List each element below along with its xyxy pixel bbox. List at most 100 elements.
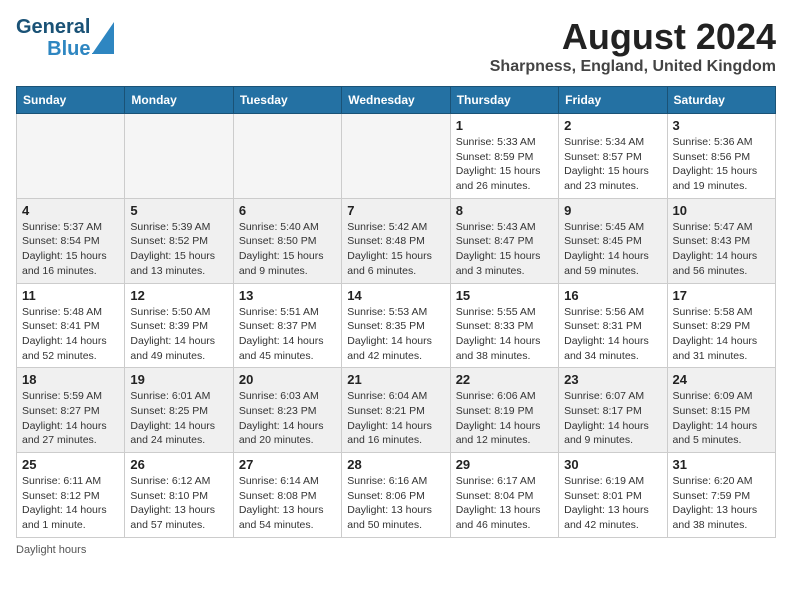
day-cell: 27 Sunrise: 6:14 AM Sunset: 8:08 PM Dayli… bbox=[233, 453, 341, 538]
day-info: Sunrise: 5:51 AM Sunset: 8:37 PM Dayligh… bbox=[239, 305, 336, 364]
day-number: 13 bbox=[239, 288, 336, 303]
subtitle: Sharpness, England, United Kingdom bbox=[490, 58, 776, 76]
day-cell: 17Sunrise: 5:58 AM Sunset: 8:29 PM Dayli… bbox=[667, 283, 775, 368]
calendar-header-row: SundayMondayTuesdayWednesdayThursdayFrid… bbox=[17, 87, 776, 114]
day-info: Sunrise: 6:20 AM Sunset: 7:59 PM Dayligh… bbox=[673, 474, 770, 533]
col-header-saturday: Saturday bbox=[667, 87, 775, 114]
logo-blue: Blue bbox=[47, 38, 90, 60]
day-info: Sunrise: 5:50 AM Sunset: 8:39 PM Dayligh… bbox=[130, 305, 227, 364]
title-block: August 2024 Sharpness, England, United K… bbox=[490, 16, 776, 76]
day-info: Sunrise: 6:16 AM Sunset: 8:06 PM Dayligh… bbox=[347, 474, 444, 533]
day-cell: 15 Sunrise: 5:55 AM Sunset: 8:33 PM Dayli… bbox=[450, 283, 558, 368]
day-info: Sunrise: 5:36 AM Sunset: 8:56 PM Dayligh… bbox=[673, 135, 770, 194]
logo-icon bbox=[92, 22, 114, 54]
day-cell: 26Sunrise: 6:12 AM Sunset: 8:10 PM Dayli… bbox=[125, 453, 233, 538]
day-cell: 13 Sunrise: 5:51 AM Sunset: 8:37 PM Dayli… bbox=[233, 283, 341, 368]
day-number: 4 bbox=[22, 203, 119, 218]
day-number: 31 bbox=[673, 457, 770, 472]
day-info: Sunrise: 5:59 AM Sunset: 8:27 PM Dayligh… bbox=[22, 389, 119, 448]
day-info: Sunrise: 6:03 AM Sunset: 8:23 PM Dayligh… bbox=[239, 389, 336, 448]
col-header-friday: Friday bbox=[559, 87, 667, 114]
day-info: Sunrise: 5:42 AM Sunset: 8:48 PM Dayligh… bbox=[347, 220, 444, 279]
col-header-tuesday: Tuesday bbox=[233, 87, 341, 114]
day-cell: 25 Sunrise: 6:11 AM Sunset: 8:12 PM Dayli… bbox=[17, 453, 125, 538]
day-info: Sunrise: 5:43 AM Sunset: 8:47 PM Dayligh… bbox=[456, 220, 553, 279]
col-header-monday: Monday bbox=[125, 87, 233, 114]
main-title: August 2024 bbox=[490, 16, 776, 58]
page-header: General Blue August 2024 Sharpness, Engl… bbox=[16, 16, 776, 76]
day-cell: 8 Sunrise: 5:43 AM Sunset: 8:47 PM Daylig… bbox=[450, 198, 558, 283]
day-number: 23 bbox=[564, 372, 661, 387]
day-info: Sunrise: 5:48 AM Sunset: 8:41 PM Dayligh… bbox=[22, 305, 119, 364]
day-number: 6 bbox=[239, 203, 336, 218]
day-info: Sunrise: 6:06 AM Sunset: 8:19 PM Dayligh… bbox=[456, 389, 553, 448]
day-info: Sunrise: 5:55 AM Sunset: 8:33 PM Dayligh… bbox=[456, 305, 553, 364]
day-info: Sunrise: 6:01 AM Sunset: 8:25 PM Dayligh… bbox=[130, 389, 227, 448]
col-header-sunday: Sunday bbox=[17, 87, 125, 114]
day-cell: 2 Sunrise: 5:34 AM Sunset: 8:57 PM Daylig… bbox=[559, 114, 667, 199]
day-number: 15 bbox=[456, 288, 553, 303]
day-cell: 19 Sunrise: 6:01 AM Sunset: 8:25 PM Dayli… bbox=[125, 368, 233, 453]
day-cell: 29Sunrise: 6:17 AM Sunset: 8:04 PM Dayli… bbox=[450, 453, 558, 538]
day-cell: 18 Sunrise: 5:59 AM Sunset: 8:27 PM Dayli… bbox=[17, 368, 125, 453]
day-number: 14 bbox=[347, 288, 444, 303]
day-info: Sunrise: 5:56 AM Sunset: 8:31 PM Dayligh… bbox=[564, 305, 661, 364]
day-info: Sunrise: 5:47 AM Sunset: 8:43 PM Dayligh… bbox=[673, 220, 770, 279]
day-number: 2 bbox=[564, 118, 661, 133]
day-number: 3 bbox=[673, 118, 770, 133]
week-row-2: 4 Sunrise: 5:37 AM Sunset: 8:54 PM Daylig… bbox=[17, 198, 776, 283]
day-info: Sunrise: 5:45 AM Sunset: 8:45 PM Dayligh… bbox=[564, 220, 661, 279]
day-cell: 4 Sunrise: 5:37 AM Sunset: 8:54 PM Daylig… bbox=[17, 198, 125, 283]
day-info: Sunrise: 6:07 AM Sunset: 8:17 PM Dayligh… bbox=[564, 389, 661, 448]
day-info: Sunrise: 6:09 AM Sunset: 8:15 PM Dayligh… bbox=[673, 389, 770, 448]
day-cell bbox=[342, 114, 450, 199]
day-number: 25 bbox=[22, 457, 119, 472]
day-info: Sunrise: 5:58 AM Sunset: 8:29 PM Dayligh… bbox=[673, 305, 770, 364]
day-number: 12 bbox=[130, 288, 227, 303]
day-number: 29 bbox=[456, 457, 553, 472]
day-info: Sunrise: 5:37 AM Sunset: 8:54 PM Dayligh… bbox=[22, 220, 119, 279]
day-number: 18 bbox=[22, 372, 119, 387]
day-number: 5 bbox=[130, 203, 227, 218]
day-cell: 1Sunrise: 5:33 AM Sunset: 8:59 PM Daylig… bbox=[450, 114, 558, 199]
daylight-label: Daylight hours bbox=[16, 544, 86, 556]
logo-general: General bbox=[16, 16, 90, 38]
day-cell: 3 Sunrise: 5:36 AM Sunset: 8:56 PM Daylig… bbox=[667, 114, 775, 199]
day-info: Sunrise: 5:34 AM Sunset: 8:57 PM Dayligh… bbox=[564, 135, 661, 194]
day-info: Sunrise: 6:11 AM Sunset: 8:12 PM Dayligh… bbox=[22, 474, 119, 533]
day-info: Sunrise: 5:39 AM Sunset: 8:52 PM Dayligh… bbox=[130, 220, 227, 279]
footer-note: Daylight hours bbox=[16, 544, 776, 556]
day-info: Sunrise: 5:53 AM Sunset: 8:35 PM Dayligh… bbox=[347, 305, 444, 364]
day-number: 19 bbox=[130, 372, 227, 387]
day-cell: 14 Sunrise: 5:53 AM Sunset: 8:35 PM Dayli… bbox=[342, 283, 450, 368]
day-cell: 11Sunrise: 5:48 AM Sunset: 8:41 PM Dayli… bbox=[17, 283, 125, 368]
day-cell: 5 Sunrise: 5:39 AM Sunset: 8:52 PM Daylig… bbox=[125, 198, 233, 283]
day-cell bbox=[233, 114, 341, 199]
day-number: 20 bbox=[239, 372, 336, 387]
day-number: 27 bbox=[239, 457, 336, 472]
day-cell: 16 Sunrise: 5:56 AM Sunset: 8:31 PM Dayli… bbox=[559, 283, 667, 368]
day-info: Sunrise: 6:19 AM Sunset: 8:01 PM Dayligh… bbox=[564, 474, 661, 533]
day-cell: 9Sunrise: 5:45 AM Sunset: 8:45 PM Daylig… bbox=[559, 198, 667, 283]
day-number: 1 bbox=[456, 118, 553, 133]
day-cell: 21 Sunrise: 6:04 AM Sunset: 8:21 PM Dayli… bbox=[342, 368, 450, 453]
day-info: Sunrise: 6:14 AM Sunset: 8:08 PM Dayligh… bbox=[239, 474, 336, 533]
day-number: 8 bbox=[456, 203, 553, 218]
col-header-wednesday: Wednesday bbox=[342, 87, 450, 114]
logo: General Blue bbox=[16, 16, 114, 60]
day-number: 10 bbox=[673, 203, 770, 218]
day-number: 24 bbox=[673, 372, 770, 387]
day-number: 21 bbox=[347, 372, 444, 387]
day-cell: 12 Sunrise: 5:50 AM Sunset: 8:39 PM Dayli… bbox=[125, 283, 233, 368]
day-cell: 10 Sunrise: 5:47 AM Sunset: 8:43 PM Dayli… bbox=[667, 198, 775, 283]
day-number: 30 bbox=[564, 457, 661, 472]
day-number: 16 bbox=[564, 288, 661, 303]
day-cell: 7Sunrise: 5:42 AM Sunset: 8:48 PM Daylig… bbox=[342, 198, 450, 283]
calendar-table: SundayMondayTuesdayWednesdayThursdayFrid… bbox=[16, 86, 776, 538]
day-info: Sunrise: 6:04 AM Sunset: 8:21 PM Dayligh… bbox=[347, 389, 444, 448]
day-number: 26 bbox=[130, 457, 227, 472]
day-cell: 20 Sunrise: 6:03 AM Sunset: 8:23 PM Dayli… bbox=[233, 368, 341, 453]
day-cell bbox=[125, 114, 233, 199]
day-cell: 6Sunrise: 5:40 AM Sunset: 8:50 PM Daylig… bbox=[233, 198, 341, 283]
week-row-4: 18 Sunrise: 5:59 AM Sunset: 8:27 PM Dayli… bbox=[17, 368, 776, 453]
